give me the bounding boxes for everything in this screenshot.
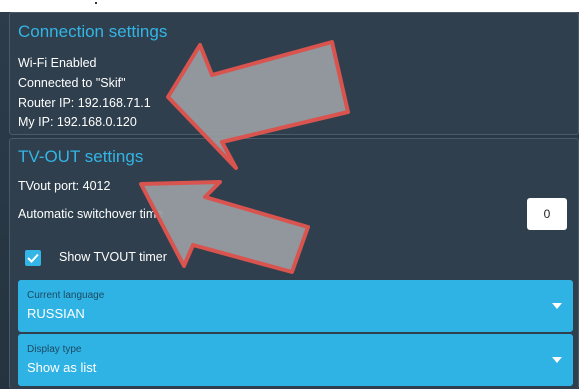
display-type-label: Display type	[27, 344, 82, 355]
display-type-select[interactable]: Display type Show as list	[18, 334, 573, 386]
current-language-value: RUSSIAN	[27, 306, 85, 321]
switchover-time-label: Automatic switchover time	[18, 207, 164, 221]
tvout-settings-panel: TV-OUT settings TVout port: 4012 Automat…	[9, 138, 579, 389]
caret-down-icon	[552, 357, 562, 363]
app-screen: Connection settings Wi-Fi Enabled Connec…	[0, 0, 579, 389]
wifi-status: Wi-Fi Enabled	[18, 56, 97, 70]
checkmark-icon	[27, 253, 39, 263]
connection-settings-panel: Connection settings Wi-Fi Enabled Connec…	[9, 12, 579, 135]
display-type-value: Show as list	[27, 360, 97, 375]
tvout-port: TVout port: 4012	[18, 179, 111, 193]
connected-network: Connected to "Skif"	[18, 76, 126, 90]
show-tvout-timer-checkbox[interactable]	[25, 250, 41, 266]
my-ip: My IP: 192.168.0.120	[18, 115, 137, 129]
router-ip: Router IP: 192.168.71.1	[18, 96, 151, 110]
switchover-time-input[interactable]: 0	[527, 198, 567, 230]
connection-settings-title: Connection settings	[18, 22, 168, 41]
current-language-label: Current language	[27, 290, 105, 301]
tvout-settings-title: TV-OUT settings	[18, 147, 144, 166]
current-language-select[interactable]: Current language RUSSIAN	[18, 280, 573, 332]
caret-down-icon	[552, 303, 562, 309]
show-tvout-timer-label[interactable]: Show TVOUT timer	[59, 250, 167, 264]
